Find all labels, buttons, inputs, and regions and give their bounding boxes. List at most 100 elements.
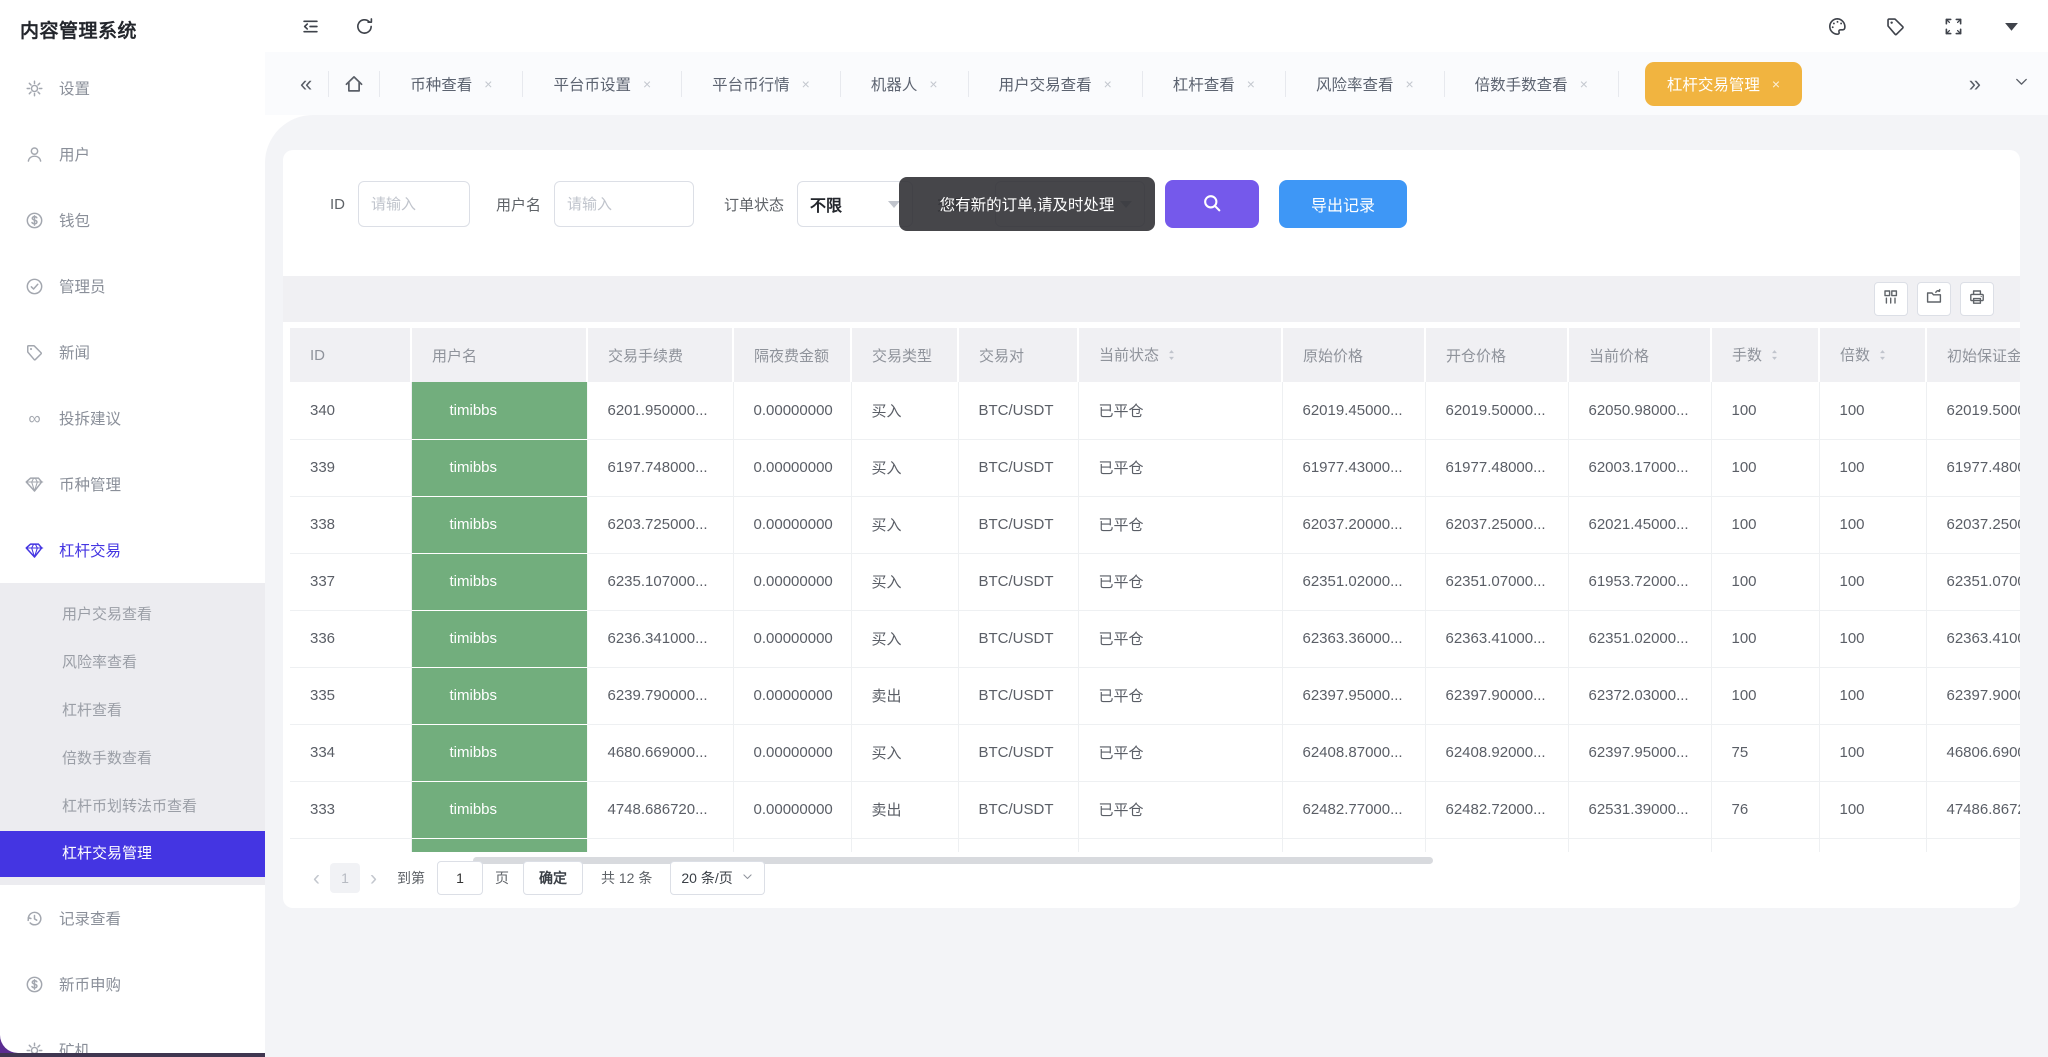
- tab[interactable]: 杠杆查看×: [1157, 52, 1271, 115]
- chevron-down-icon[interactable]: [2013, 73, 2030, 95]
- close-icon[interactable]: ×: [643, 77, 651, 91]
- confirm-button[interactable]: 确定: [523, 861, 583, 895]
- sort-icon[interactable]: [1166, 348, 1177, 366]
- tabs-expand-button[interactable]: »: [1967, 73, 1983, 95]
- tab[interactable]: 币种查看 ×: [394, 52, 508, 115]
- tab-separator: [840, 71, 841, 97]
- tabbar-right: »: [1967, 52, 2030, 115]
- palette-icon[interactable]: [1826, 15, 1848, 37]
- app-window: 内容管理系统 设置用户钱包管理员新闻∞投拆建议币种管理杠杆交易用户交易查看风险率…: [0, 0, 2048, 1057]
- sidebar-subitem[interactable]: 风险率查看: [0, 639, 265, 687]
- sidebar-subitem[interactable]: 用户交易查看: [0, 591, 265, 639]
- column-settings-button[interactable]: [1874, 282, 1908, 316]
- cell-initial_margin: 62351.07000...: [1926, 553, 2020, 610]
- cell-initial_margin: 46806.69000...: [1926, 724, 2020, 781]
- close-icon[interactable]: ×: [929, 77, 937, 91]
- column-header-original_price: 原始价格: [1282, 328, 1425, 382]
- tab[interactable]: 用户交易查看×: [983, 52, 1128, 115]
- column-label: 倍数: [1840, 347, 1870, 364]
- sidebar-subitem[interactable]: 杠杆查看: [0, 687, 265, 735]
- cell-user: timibbs: [411, 496, 587, 553]
- close-icon[interactable]: ×: [1580, 77, 1588, 91]
- cell-open_price: 62408.92000...: [1425, 724, 1568, 781]
- next-page-button[interactable]: ›: [370, 868, 377, 889]
- cell-fee: 6235.107000...: [587, 553, 733, 610]
- sidebar-item[interactable]: 管理员: [0, 253, 265, 319]
- sidebar-item[interactable]: 新闻: [0, 319, 265, 385]
- sidebar-subitem[interactable]: 杠杆交易管理: [0, 831, 265, 877]
- total-count-label: 共 12 条: [601, 868, 652, 888]
- cell-id: 340: [290, 382, 411, 439]
- goto-page-input[interactable]: [437, 861, 483, 895]
- export-table-button[interactable]: [1917, 282, 1951, 316]
- sidebar-item[interactable]: 矿机: [0, 1017, 265, 1053]
- export-records-button[interactable]: 导出记录: [1279, 180, 1407, 228]
- table-body: 340timibbs6201.950000...0.00000000买入BTC/…: [290, 382, 2020, 852]
- close-icon[interactable]: ×: [1247, 77, 1255, 91]
- close-icon[interactable]: ×: [1772, 77, 1780, 91]
- tag-icon[interactable]: [1884, 15, 1906, 37]
- column-header-multiple[interactable]: 倍数: [1819, 328, 1926, 382]
- print-button[interactable]: [1960, 282, 1994, 316]
- prev-page-button[interactable]: ‹: [313, 868, 320, 889]
- tab[interactable]: 风险率查看×: [1300, 52, 1430, 115]
- cell-multiple: 100: [1819, 439, 1926, 496]
- fullscreen-icon[interactable]: [1942, 15, 1964, 37]
- sort-icon[interactable]: [1769, 348, 1780, 366]
- close-icon[interactable]: ×: [802, 77, 810, 91]
- sidebar-item[interactable]: 币种管理: [0, 451, 265, 517]
- tab[interactable]: 平台币行情×: [696, 52, 826, 115]
- sidebar-item-label: 管理员: [59, 275, 106, 297]
- search-button[interactable]: [1165, 180, 1259, 228]
- sidebar-item[interactable]: 钱包: [0, 187, 265, 253]
- data-table: ID用户名交易手续费隔夜费金额交易类型交易对当前状态原始价格开仓价格当前价格手数…: [290, 328, 2020, 852]
- cell-multiple: [1819, 838, 1926, 852]
- username-input[interactable]: [554, 181, 694, 227]
- cell-overnight_fee: 0.00000000: [733, 724, 851, 781]
- home-icon[interactable]: [343, 73, 365, 95]
- cell-original_price: [1282, 838, 1425, 852]
- window-bottom-edge: [0, 1053, 290, 1057]
- sidebar-item[interactable]: 设置: [0, 55, 265, 121]
- caret-down-icon[interactable]: [2000, 15, 2022, 37]
- sidebar: 内容管理系统 设置用户钱包管理员新闻∞投拆建议币种管理杠杆交易用户交易查看风险率…: [0, 0, 265, 1053]
- close-icon[interactable]: ×: [1104, 77, 1112, 91]
- tab-label: 机器人: [871, 73, 918, 95]
- page-number[interactable]: 1: [330, 863, 360, 893]
- tabs-collapse-button[interactable]: «: [298, 73, 314, 95]
- sidebar-item[interactable]: 记录查看: [0, 885, 265, 951]
- tab-label: 倍数手数查看: [1475, 73, 1568, 95]
- sort-icon[interactable]: [1877, 348, 1888, 366]
- column-label: 初始保证金: [1947, 348, 2020, 365]
- sidebar-subitem[interactable]: 杠杆币划转法币查看: [0, 783, 265, 831]
- tab[interactable]: 机器人 ×: [855, 52, 954, 115]
- tab-label: 币种查看: [410, 73, 472, 95]
- sidebar-subitem[interactable]: 倍数手数查看: [0, 735, 265, 783]
- app-title: 内容管理系统: [0, 0, 265, 43]
- sidebar-item[interactable]: ∞投拆建议: [0, 385, 265, 451]
- cell-pair: [958, 838, 1078, 852]
- column-header-open_price: 开仓价格: [1425, 328, 1568, 382]
- close-icon[interactable]: ×: [484, 77, 492, 91]
- cell-lots: 100: [1711, 610, 1819, 667]
- column-header-status[interactable]: 当前状态: [1078, 328, 1282, 382]
- cell-status: 已平仓: [1078, 724, 1282, 781]
- page-size-select[interactable]: 20 条/页: [670, 861, 764, 895]
- cell-status: 已平仓: [1078, 382, 1282, 439]
- order-status-select[interactable]: 不限: [797, 181, 913, 227]
- sidebar-item[interactable]: 杠杆交易: [0, 517, 265, 583]
- menu-fold-icon[interactable]: [299, 15, 321, 37]
- cell-user: timibbs: [411, 553, 587, 610]
- id-input[interactable]: [358, 181, 470, 227]
- column-header-lots[interactable]: 手数: [1711, 328, 1819, 382]
- cell-initial_margin: [1926, 838, 2020, 852]
- refresh-icon[interactable]: [353, 15, 375, 37]
- close-icon[interactable]: ×: [1405, 77, 1413, 91]
- tab[interactable]: 倍数手数查看 ×: [1459, 52, 1604, 115]
- sidebar-item[interactable]: 用户: [0, 121, 265, 187]
- tab-separator: [522, 71, 523, 97]
- tab[interactable]: 杠杆交易管理×: [1645, 62, 1802, 106]
- sidebar-item[interactable]: 新币申购: [0, 951, 265, 1017]
- tab[interactable]: 平台币设置×: [537, 52, 667, 115]
- cell-open_price: 62019.50000...: [1425, 382, 1568, 439]
